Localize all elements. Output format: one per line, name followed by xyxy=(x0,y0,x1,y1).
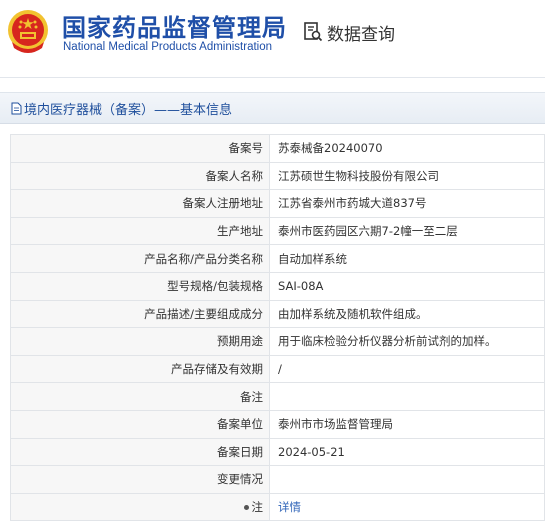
row-value: 自动加样系统 xyxy=(269,244,545,273)
table-row: 备案人注册地址 江苏省泰州市药城大道837号 xyxy=(10,189,545,218)
row-label: 产品名称/产品分类名称 xyxy=(10,244,270,273)
table-row: 产品名称/产品分类名称 自动加样系统 xyxy=(10,244,545,273)
table-row: 产品描述/主要组成成分 由加样系统及随机软件组成。 xyxy=(10,299,545,329)
row-label: 型号规格/包装规格 xyxy=(10,271,270,301)
note-label-cell: 注 xyxy=(10,492,270,522)
site-title-en: National Medical Products Administration xyxy=(63,41,273,53)
row-label: 产品存储及有效期 xyxy=(10,354,270,384)
row-value: 2024-05-21 xyxy=(269,437,545,467)
data-query-link[interactable]: 数据查询 xyxy=(303,20,395,45)
table-row: 型号规格/包装规格 SAI-08A xyxy=(10,271,545,301)
note-row: 注 详情 xyxy=(10,492,545,522)
row-label: 变更情况 xyxy=(10,465,270,494)
site-title: 国家药品监督管理局 xyxy=(62,14,287,42)
row-value: 泰州市市场监督管理局 xyxy=(269,409,545,439)
row-label: 预期用途 xyxy=(10,327,270,356)
table-row: 备注 xyxy=(10,382,545,411)
data-query-label: 数据查询 xyxy=(327,24,395,45)
row-value: / xyxy=(269,354,545,384)
national-emblem-icon xyxy=(8,10,48,53)
bullet-icon xyxy=(243,505,249,511)
header-divider xyxy=(0,77,545,78)
row-value: SAI-08A xyxy=(269,271,545,301)
note-label: 注 xyxy=(251,500,264,515)
row-value: 苏泰械备20240070 xyxy=(269,134,545,163)
row-label: 备案单位 xyxy=(10,409,270,439)
section-title: 境内医疗器械（备案）——基本信息 xyxy=(24,102,233,118)
row-label: 备案人注册地址 xyxy=(10,189,270,218)
row-label: 生产地址 xyxy=(10,216,270,246)
table-row: 产品存储及有效期 / xyxy=(10,354,545,384)
row-value xyxy=(269,382,545,411)
details-link[interactable]: 详情 xyxy=(278,500,301,514)
section-header: 境内医疗器械（备案）——基本信息 xyxy=(0,92,545,124)
row-label: 备案人名称 xyxy=(10,161,270,191)
row-value: 泰州市医药园区六期7-2幢一至二层 xyxy=(269,216,545,246)
detail-table: 备案号 苏泰械备20240070 备案人名称 江苏硕世生物科技股份有限公司 备案… xyxy=(10,134,545,522)
row-value xyxy=(269,465,545,494)
row-label: 备注 xyxy=(10,382,270,411)
table-row: 预期用途 用于临床检验分析仪器分析前试剂的加样。 xyxy=(10,327,545,356)
site-header: 国家药品监督管理局 National Medical Products Admi… xyxy=(0,0,545,78)
document-icon xyxy=(11,102,22,114)
row-value: 用于临床检验分析仪器分析前试剂的加样。 xyxy=(269,327,545,356)
table-row: 备案日期 2024-05-21 xyxy=(10,437,545,467)
row-label: 备案号 xyxy=(10,134,270,163)
row-value: 江苏省泰州市药城大道837号 xyxy=(269,189,545,218)
table-row: 变更情况 xyxy=(10,465,545,494)
row-value: 由加样系统及随机软件组成。 xyxy=(269,299,545,329)
table-row: 备案单位 泰州市市场监督管理局 xyxy=(10,409,545,439)
row-label: 备案日期 xyxy=(10,437,270,467)
table-row: 生产地址 泰州市医药园区六期7-2幢一至二层 xyxy=(10,216,545,246)
row-label: 产品描述/主要组成成分 xyxy=(10,299,270,329)
row-value: 江苏硕世生物科技股份有限公司 xyxy=(269,161,545,191)
search-document-icon xyxy=(304,22,323,42)
table-row: 备案号 苏泰械备20240070 xyxy=(10,134,545,163)
note-value-cell: 详情 xyxy=(269,492,545,522)
table-row: 备案人名称 江苏硕世生物科技股份有限公司 xyxy=(10,161,545,191)
